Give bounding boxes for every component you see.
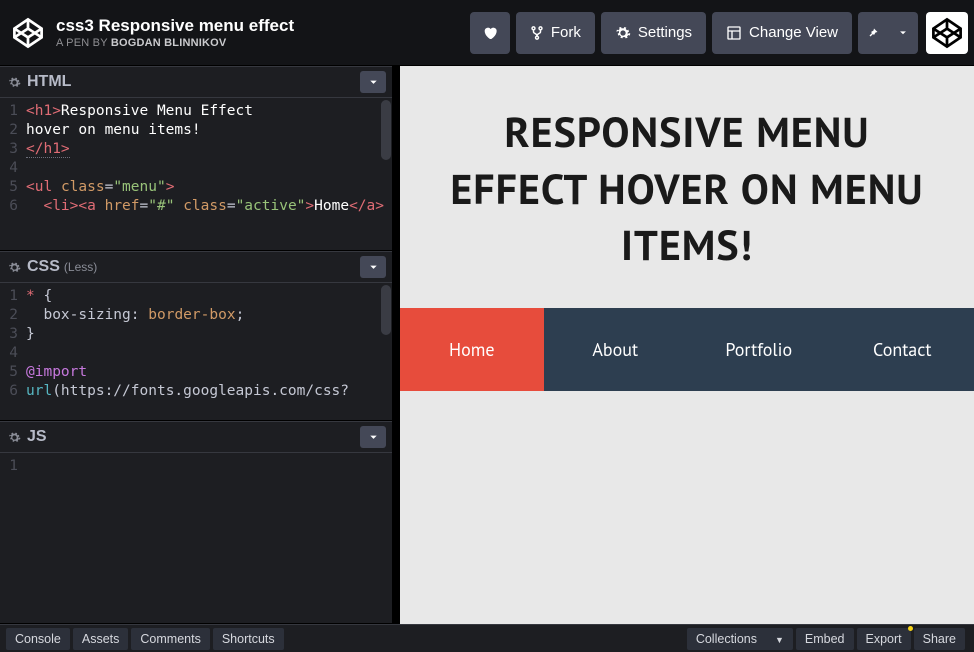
code-line[interactable]: 4 <box>0 159 392 178</box>
line-number: 5 <box>0 178 26 197</box>
scrollbar[interactable] <box>381 285 391 335</box>
menu-item: About <box>544 308 688 391</box>
app-header: css3 Responsive menu effect A PEN BY Bog… <box>0 0 974 66</box>
heart-icon <box>482 25 498 41</box>
pen-byline: A PEN BY Bogdan Blinnikov <box>56 37 470 49</box>
css-panel-header: CSS (Less) <box>0 251 392 283</box>
preview-hero: RESPONSIVE MENU EFFECT HOVER ON MENU ITE… <box>400 66 974 308</box>
chevron-down-icon <box>898 28 908 38</box>
code-line[interactable]: 6url(https://fonts.googleapis.com/css? <box>0 382 392 401</box>
code-line[interactable]: 2hover on menu items! <box>0 121 392 140</box>
gear-icon[interactable] <box>8 431 21 444</box>
html-code-area[interactable]: 1<h1>Responsive Menu Effect2hover on men… <box>0 98 392 250</box>
avatar[interactable] <box>926 12 968 54</box>
preview-menu: HomeAboutPortfolioContact <box>400 308 974 391</box>
code-line[interactable]: 1 <box>0 457 392 476</box>
main-area: HTML 1<h1>Responsive Menu Effect2hover o… <box>0 66 974 624</box>
preview-heading: RESPONSIVE MENU EFFECT HOVER ON MENU ITE… <box>440 104 934 274</box>
preview-pane: RESPONSIVE MENU EFFECT HOVER ON MENU ITE… <box>400 66 974 624</box>
chevron-down-icon <box>368 262 379 273</box>
line-number: 5 <box>0 363 26 382</box>
fork-icon <box>530 26 544 40</box>
collapse-button[interactable] <box>360 426 386 448</box>
html-editor-panel: HTML 1<h1>Responsive Menu Effect2hover o… <box>0 66 392 251</box>
footer-comments-button[interactable]: Comments <box>131 628 209 650</box>
panel-subtitle: (Less) <box>64 260 97 274</box>
pin-button[interactable] <box>858 12 888 54</box>
pin-icon <box>867 27 879 39</box>
menu-item: Home <box>400 308 544 391</box>
collapse-button[interactable] <box>360 256 386 278</box>
menu-item: Contact <box>831 308 974 391</box>
header-actions: Fork Settings Change View <box>470 12 968 54</box>
pen-author[interactable]: Bogdan Blinnikov <box>111 37 227 49</box>
editor-column: HTML 1<h1>Responsive Menu Effect2hover o… <box>0 66 400 624</box>
footer-bar: ConsoleAssetsCommentsShortcuts Collectio… <box>0 624 974 652</box>
menu-link-portfolio[interactable]: Portfolio <box>687 308 831 391</box>
footer-left: ConsoleAssetsCommentsShortcuts <box>6 628 287 650</box>
code-line[interactable]: 3</h1> <box>0 140 392 159</box>
codepen-logo[interactable] <box>8 13 48 53</box>
js-panel-header: JS <box>0 421 392 453</box>
code-line[interactable]: 3} <box>0 325 392 344</box>
menu-link-contact[interactable]: Contact <box>831 308 974 391</box>
code-line[interactable]: 4 <box>0 344 392 363</box>
fork-button[interactable]: Fork <box>516 12 595 54</box>
gear-icon[interactable] <box>8 76 21 89</box>
chevron-down-icon <box>368 77 379 88</box>
pin-dropdown[interactable] <box>888 12 918 54</box>
footer-console-button[interactable]: Console <box>6 628 70 650</box>
line-number: 1 <box>0 287 26 306</box>
js-editor-panel: JS 1 <box>0 421 392 624</box>
settings-button[interactable]: Settings <box>601 12 706 54</box>
line-number: 3 <box>0 325 26 344</box>
css-editor-panel: CSS (Less) 1* {2 box-sizing: border-box;… <box>0 251 392 421</box>
line-number: 1 <box>0 102 26 121</box>
panel-title: JS <box>27 428 47 446</box>
panel-title: HTML <box>27 73 71 91</box>
pen-title: css3 Responsive menu effect <box>56 16 470 36</box>
footer-right: Collections▼EmbedExportShare <box>687 628 968 650</box>
code-line[interactable]: 1<h1>Responsive Menu Effect <box>0 102 392 121</box>
line-number: 2 <box>0 121 26 140</box>
css-code-area[interactable]: 1* {2 box-sizing: border-box;3}45@import… <box>0 283 392 420</box>
panel-title: CSS <box>27 258 60 276</box>
menu-link-about[interactable]: About <box>544 308 688 391</box>
change-view-button[interactable]: Change View <box>712 12 852 54</box>
line-number: 1 <box>0 457 26 476</box>
scrollbar[interactable] <box>381 100 391 160</box>
footer-export-button[interactable]: Export <box>857 628 911 650</box>
code-line[interactable]: 5<ul class="menu"> <box>0 178 392 197</box>
pen-title-block: css3 Responsive menu effect A PEN BY Bog… <box>54 16 470 48</box>
chevron-down-icon <box>368 432 379 443</box>
code-line[interactable]: 2 box-sizing: border-box; <box>0 306 392 325</box>
heart-button[interactable] <box>470 12 510 54</box>
html-panel-header: HTML <box>0 66 392 98</box>
preview-content: RESPONSIVE MENU EFFECT HOVER ON MENU ITE… <box>400 66 974 624</box>
code-line[interactable]: 6 <li><a href="#" class="active">Home</a… <box>0 197 392 216</box>
menu-item: Portfolio <box>687 308 831 391</box>
line-number: 4 <box>0 344 26 363</box>
gear-icon[interactable] <box>8 261 21 274</box>
js-code-area[interactable]: 1 <box>0 453 392 623</box>
footer-shortcuts-button[interactable]: Shortcuts <box>213 628 284 650</box>
footer-collections-button[interactable]: Collections▼ <box>687 628 793 650</box>
line-number: 3 <box>0 140 26 159</box>
line-number: 6 <box>0 382 26 401</box>
code-line[interactable]: 1* { <box>0 287 392 306</box>
layout-icon <box>726 25 742 41</box>
footer-embed-button[interactable]: Embed <box>796 628 854 650</box>
gear-icon <box>615 25 631 41</box>
avatar-icon <box>930 16 964 50</box>
footer-assets-button[interactable]: Assets <box>73 628 129 650</box>
code-line[interactable]: 5@import <box>0 363 392 382</box>
footer-share-button[interactable]: Share <box>914 628 965 650</box>
line-number: 6 <box>0 197 26 216</box>
menu-link-home[interactable]: Home <box>400 308 544 391</box>
line-number: 4 <box>0 159 26 178</box>
line-number: 2 <box>0 306 26 325</box>
collapse-button[interactable] <box>360 71 386 93</box>
